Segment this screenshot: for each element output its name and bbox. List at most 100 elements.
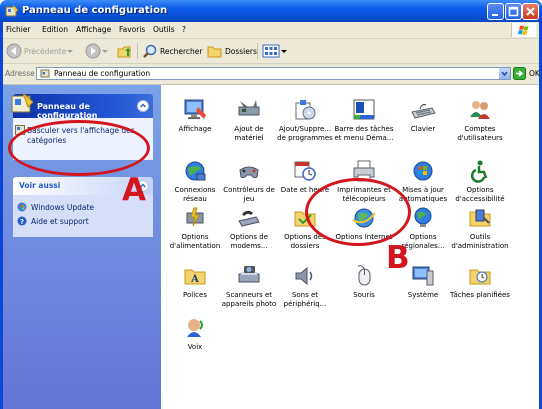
- scheduled-tasks-icon: [469, 269, 491, 285]
- menu-fichier[interactable]: Fichier: [6, 24, 31, 36]
- maximize-icon: [508, 6, 519, 17]
- clock-icon: [294, 161, 316, 181]
- views-icon: [262, 44, 280, 58]
- menu-bar: Fichier Edition Affichage Favoris Outils…: [3, 22, 539, 39]
- add-remove-programs-icon: [295, 100, 316, 120]
- dropdown-arrow-icon: [67, 50, 74, 53]
- keyboard-icon: [411, 104, 436, 119]
- item-game-controllers[interactable]: Contrôleurs de jeu: [219, 158, 279, 204]
- help-icon: ?: [17, 216, 27, 226]
- address-value: Panneau de configuration: [54, 69, 151, 78]
- views-button[interactable]: [262, 42, 288, 60]
- chevron-up-icon: [140, 103, 146, 108]
- close-button[interactable]: [522, 3, 539, 20]
- minimize-button[interactable]: [487, 3, 504, 20]
- fonts-icon: A: [184, 269, 206, 285]
- window-title: Panneau de configuration: [22, 5, 168, 16]
- go-arrow-icon: [513, 67, 526, 80]
- go-button[interactable]: OK: [513, 67, 540, 80]
- title-bar[interactable]: Panneau de configuration: [0, 0, 542, 22]
- item-modem-options[interactable]: Options de modems...: [219, 205, 279, 251]
- menu-edition[interactable]: Edition: [42, 24, 68, 36]
- collapse-button[interactable]: [137, 100, 149, 112]
- back-arrow-icon: [6, 43, 22, 59]
- item-network-connections[interactable]: Connexions réseau: [165, 158, 225, 204]
- item-fonts[interactable]: A Polices: [165, 263, 225, 300]
- minimize-icon: [492, 14, 498, 16]
- folders-icon: [207, 46, 222, 58]
- control-panel-icon: [5, 5, 18, 17]
- control-panel-window: Panneau de configuration Fichier Edition…: [0, 0, 542, 409]
- forward-button[interactable]: [85, 42, 109, 60]
- maximize-button[interactable]: [505, 3, 522, 20]
- dropdown-arrow-icon: [102, 50, 108, 53]
- address-dropdown-button[interactable]: [499, 68, 510, 79]
- item-speech[interactable]: Voix: [165, 315, 225, 352]
- item-sounds-audio[interactable]: Sons et périphériq...: [275, 263, 335, 309]
- item-accessibility-options[interactable]: Options d'accessibilité: [450, 158, 510, 204]
- control-panel-items: Affichage Ajout de matériel Ajout/Suppre…: [161, 85, 539, 409]
- item-add-hardware[interactable]: Ajout de matériel: [219, 97, 279, 143]
- item-power-options[interactable]: Options d'alimentation: [165, 205, 225, 251]
- windows-update-icon: [17, 202, 27, 212]
- user-accounts-icon: [470, 101, 490, 119]
- network-icon: [185, 161, 206, 181]
- forward-arrow-icon: [85, 43, 101, 59]
- admin-tools-icon: [469, 209, 491, 227]
- windows-logo-icon: [511, 23, 536, 37]
- svg-text:?: ?: [20, 218, 24, 226]
- game-controller-icon: [239, 166, 259, 179]
- toolbar: Précédente Rechercher Dossiers: [3, 39, 539, 64]
- power-icon: [186, 207, 204, 227]
- dropdown-arrow-icon: [281, 50, 287, 53]
- svg-text:A: A: [190, 274, 199, 285]
- annotation-circle-a: [8, 120, 150, 176]
- annotation-label-b: B: [386, 240, 410, 276]
- item-add-remove-programs[interactable]: Ajout/Suppre... de programmes: [275, 97, 335, 143]
- up-folder-icon: [117, 46, 131, 58]
- item-mouse[interactable]: Souris: [334, 263, 394, 300]
- address-field[interactable]: Panneau de configuration: [36, 67, 511, 80]
- folders-button[interactable]: Dossiers: [207, 42, 257, 60]
- search-icon: [143, 44, 157, 58]
- window-client: Fichier Edition Affichage Favoris Outils…: [3, 22, 540, 409]
- scanner-icon: [238, 266, 260, 283]
- regional-icon: [414, 207, 432, 227]
- display-icon: [184, 99, 206, 119]
- help-support-link[interactable]: ? Aide et support: [17, 216, 89, 226]
- system-icon: [412, 266, 434, 286]
- menu-outils[interactable]: Outils: [153, 24, 175, 36]
- mouse-icon: [357, 265, 371, 286]
- sound-icon: [295, 266, 313, 286]
- accessibility-icon: [470, 160, 488, 183]
- back-button[interactable]: Précédente: [6, 42, 74, 60]
- item-scheduled-tasks[interactable]: Tâches planifiées: [450, 263, 510, 300]
- menu-affichage[interactable]: Affichage: [76, 24, 111, 36]
- item-taskbar-start-menu[interactable]: Barre des tâches et menu Déma...: [334, 97, 394, 143]
- item-display[interactable]: Affichage: [165, 97, 225, 134]
- control-panel-icon: [11, 92, 34, 113]
- up-folder-button[interactable]: [117, 42, 133, 60]
- item-user-accounts[interactable]: Comptes d'utilisateurs: [450, 97, 510, 143]
- close-icon: [526, 7, 535, 16]
- item-keyboard[interactable]: Clavier: [393, 97, 453, 134]
- toolbar-separator: [137, 43, 138, 59]
- modem-icon: [238, 210, 260, 227]
- item-administrative-tools[interactable]: Outils d'administration: [450, 205, 510, 251]
- taskbar-icon: [353, 99, 375, 120]
- windows-update-link[interactable]: Windows Update: [17, 202, 94, 212]
- item-scanners-cameras[interactable]: Scanneurs et appareils photo: [219, 263, 279, 309]
- address-label: Adresse: [5, 69, 35, 78]
- search-button[interactable]: Rechercher: [142, 42, 202, 60]
- control-panel-icon: [40, 69, 50, 78]
- update-icon: [413, 161, 433, 181]
- panel-title: Voir aussi: [19, 181, 61, 190]
- speech-icon: [187, 319, 203, 337]
- add-hardware-icon: [238, 100, 260, 116]
- menu-help[interactable]: ?: [182, 24, 186, 36]
- address-bar: Adresse Panneau de configuration OK: [3, 64, 540, 85]
- toolbar-separator: [257, 43, 258, 59]
- panel-header[interactable]: Panneau de configuration: [11, 92, 153, 120]
- chevron-down-icon: [501, 71, 508, 77]
- menu-favoris[interactable]: Favoris: [119, 24, 145, 36]
